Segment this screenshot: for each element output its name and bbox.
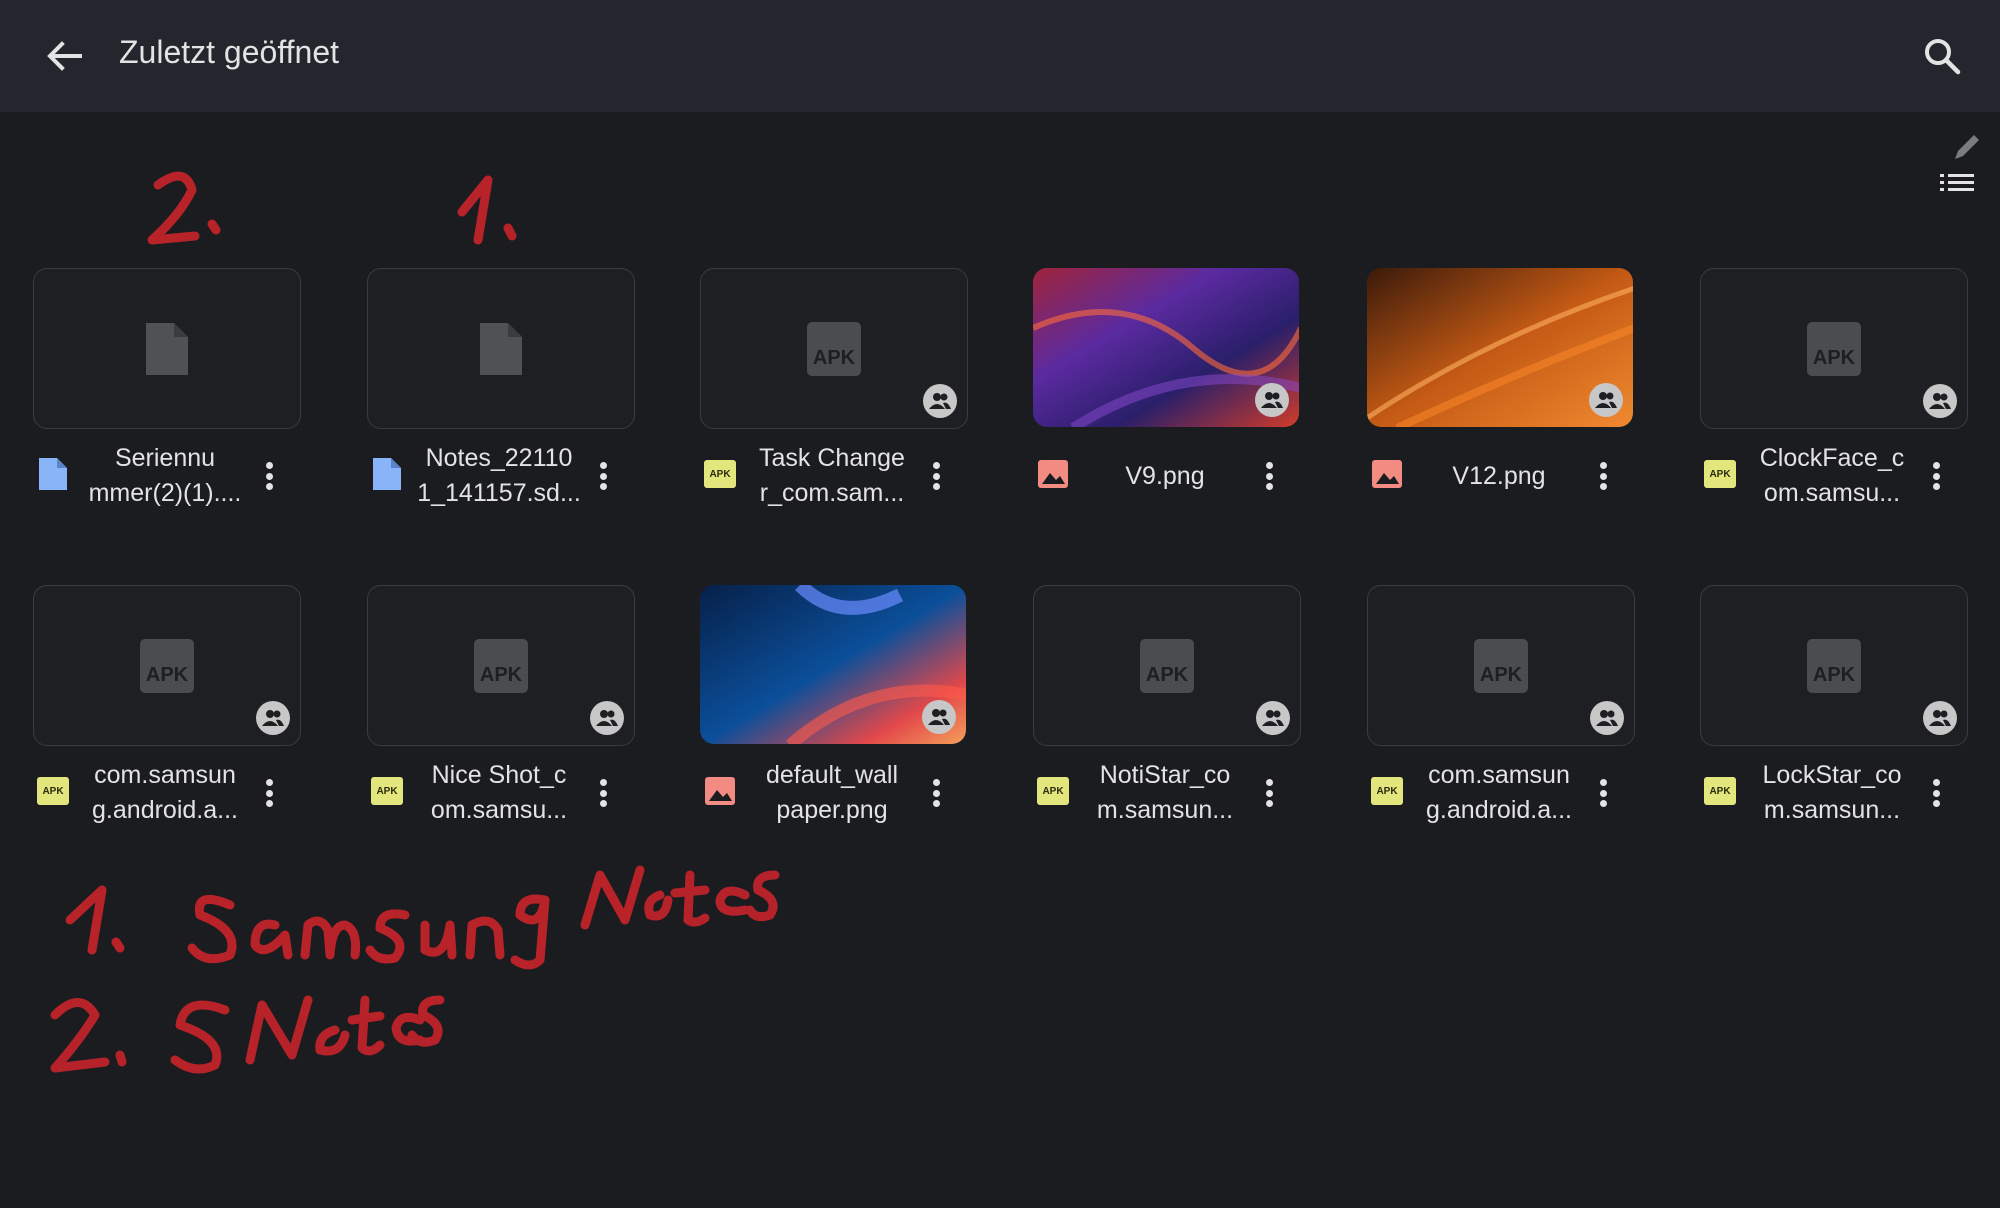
file-name: Nice Shot_c om.samsu...: [430, 761, 568, 824]
file-name: com.samsun g.android.a...: [1426, 761, 1572, 824]
shared-icon: [256, 701, 290, 735]
shared-icon: [1923, 384, 1957, 418]
top-app-bar: Zuletzt geöffnet: [0, 0, 2000, 112]
search-icon: [1925, 39, 1961, 75]
more-options-button[interactable]: [259, 458, 279, 494]
apk-icon: APK: [1140, 638, 1194, 693]
file-card[interactable]: APK APK LockStar_co m.samsun...: [1700, 585, 1968, 1155]
more-options-button[interactable]: [259, 775, 279, 811]
file-name: Task Change r_com.sam...: [759, 444, 905, 507]
more-options-button[interactable]: [1593, 458, 1613, 494]
file-thumbnail[interactable]: [33, 268, 301, 429]
more-options-button[interactable]: [926, 458, 946, 494]
page-title: Zuletzt geöffnet: [119, 34, 339, 70]
shared-icon: [1589, 383, 1623, 417]
shared-icon: [1923, 701, 1957, 735]
more-options-button[interactable]: [1259, 775, 1279, 811]
apk-icon: APK: [140, 638, 194, 693]
file-name: com.samsun g.android.a...: [92, 761, 238, 824]
doc-file-icon: [373, 458, 401, 490]
apk-file-icon: APK: [1371, 777, 1403, 805]
annotation-mark-1: [457, 175, 493, 245]
apk-file-icon: APK: [1704, 460, 1736, 488]
more-options-button[interactable]: [1259, 458, 1279, 494]
shared-icon: [1590, 701, 1624, 735]
apk-file-icon: APK: [1704, 777, 1736, 805]
search-button[interactable]: [1918, 32, 1966, 80]
file-name: Seriennu mmer(2)(1)....: [88, 444, 242, 507]
apk-icon: APK: [807, 321, 861, 376]
apk-file-icon: APK: [1037, 777, 1069, 805]
document-icon: [146, 322, 188, 375]
more-options-button[interactable]: [1926, 458, 1946, 494]
file-name: Notes_22110 1_141157.sd...: [417, 444, 581, 507]
file-card[interactable]: APK APK com.samsun g.android.a...: [33, 585, 301, 1155]
file-name: V9.png: [1125, 461, 1205, 490]
annotation-mark-2: [147, 171, 200, 245]
apk-file-icon: APK: [37, 777, 69, 805]
apk-icon: APK: [1474, 638, 1528, 693]
more-options-button[interactable]: [593, 458, 613, 494]
file-card[interactable]: APK APK Nice Shot_c om.samsu...: [367, 585, 635, 1155]
file-thumbnail[interactable]: [1033, 268, 1299, 427]
pencil-icon[interactable]: [1950, 130, 1984, 164]
file-thumbnail[interactable]: APK: [1367, 585, 1635, 746]
shared-icon: [1256, 701, 1290, 735]
file-card[interactable]: APK APK com.samsun g.android.a...: [1367, 585, 1635, 1155]
apk-file-icon: APK: [704, 460, 736, 488]
more-options-button[interactable]: [1593, 775, 1613, 811]
file-thumbnail[interactable]: [700, 585, 966, 744]
file-thumbnail[interactable]: [1367, 268, 1633, 427]
list-view-icon: [1940, 174, 1974, 191]
shared-icon: [922, 700, 956, 734]
file-thumbnail[interactable]: APK: [1700, 585, 1968, 746]
file-name: default_wall paper.png: [765, 761, 899, 824]
apk-icon: APK: [1807, 638, 1861, 693]
shared-icon: [590, 701, 624, 735]
file-thumbnail[interactable]: APK: [33, 585, 301, 746]
list-view-button[interactable]: [1938, 168, 1978, 200]
file-name: LockStar_co m.samsun...: [1762, 761, 1902, 824]
file-grid: Seriennu mmer(2)(1).... Notes_22110 1_14…: [0, 0, 2000, 1208]
doc-file-icon: [39, 458, 67, 490]
image-file-icon: [705, 777, 735, 805]
file-name: ClockFace_c om.samsu...: [1759, 444, 1905, 507]
file-card[interactable]: default_wall paper.png: [700, 585, 968, 1155]
file-thumbnail[interactable]: APK: [1700, 268, 1968, 429]
apk-icon: APK: [1807, 321, 1861, 376]
image-file-icon: [1372, 460, 1402, 488]
document-icon: [480, 322, 522, 375]
more-options-button[interactable]: [926, 775, 946, 811]
file-name: NotiStar_co m.samsun...: [1096, 761, 1234, 824]
file-thumbnail[interactable]: APK: [1033, 585, 1301, 746]
file-thumbnail[interactable]: [367, 268, 635, 429]
arrow-back-icon: [47, 41, 82, 71]
apk-file-icon: APK: [371, 777, 403, 805]
shared-icon: [923, 384, 957, 418]
more-options-button[interactable]: [593, 775, 613, 811]
shared-icon: [1255, 383, 1289, 417]
more-options-button[interactable]: [1926, 775, 1946, 811]
apk-icon: APK: [474, 638, 528, 693]
file-thumbnail[interactable]: APK: [367, 585, 635, 746]
file-name: V12.png: [1452, 461, 1546, 490]
image-file-icon: [1038, 460, 1068, 488]
back-button[interactable]: [40, 32, 88, 80]
file-card[interactable]: APK APK NotiStar_co m.samsun...: [1033, 585, 1301, 1155]
file-thumbnail[interactable]: APK: [700, 268, 968, 429]
